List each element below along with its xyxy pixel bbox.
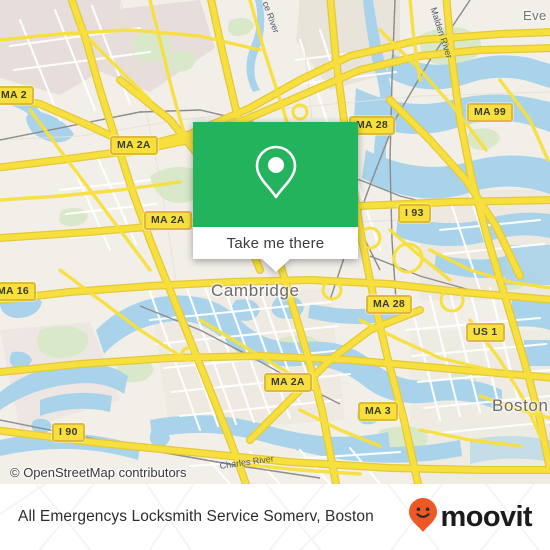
- moovit-smiley-pin-icon: [408, 497, 438, 538]
- highway-shield-ma-28-south: MA 28: [366, 295, 413, 314]
- highway-shield-us-1: US 1: [466, 323, 505, 342]
- highway-shield-ma-99: MA 99: [467, 103, 514, 122]
- moovit-map-screenshot: .w { fill:#a9d3ea; } .gp { fill:#d9e8c8;…: [0, 0, 550, 550]
- highway-shield-ma-16: MA 16: [0, 282, 37, 301]
- highway-shield-ma-2a-north: MA 2A: [110, 136, 158, 155]
- osm-attribution[interactable]: © OpenStreetMap contributors: [10, 465, 187, 480]
- moovit-brand[interactable]: moovit: [408, 497, 533, 538]
- popup-pointer-tail: [261, 259, 290, 272]
- highway-shield-ma-2a-mid: MA 2A: [144, 211, 192, 230]
- moovit-wordmark: moovit: [440, 500, 533, 533]
- poi-title: All Emergencys Locksmith Service Somerv,…: [18, 508, 374, 525]
- take-me-there-label: Take me there: [226, 234, 325, 252]
- popup-action-panel[interactable]: Take me there: [193, 227, 358, 259]
- take-me-there-popup[interactable]: Take me there: [193, 122, 358, 272]
- highway-shield-ma-3: MA 3: [358, 402, 398, 421]
- highway-shield-ma-2: MA 2: [0, 86, 34, 105]
- map-pin-icon: [253, 143, 299, 206]
- highway-shield-i-93: I 93: [398, 204, 431, 223]
- map-canvas[interactable]: .w { fill:#a9d3ea; } .gp { fill:#d9e8c8;…: [0, 0, 550, 484]
- highway-shield-ma-2a-south: MA 2A: [264, 373, 312, 392]
- highway-shield-i-90: I 90: [52, 423, 85, 442]
- popup-icon-panel: [193, 122, 358, 227]
- bottom-title-bar: All Emergencys Locksmith Service Somerv,…: [0, 484, 550, 550]
